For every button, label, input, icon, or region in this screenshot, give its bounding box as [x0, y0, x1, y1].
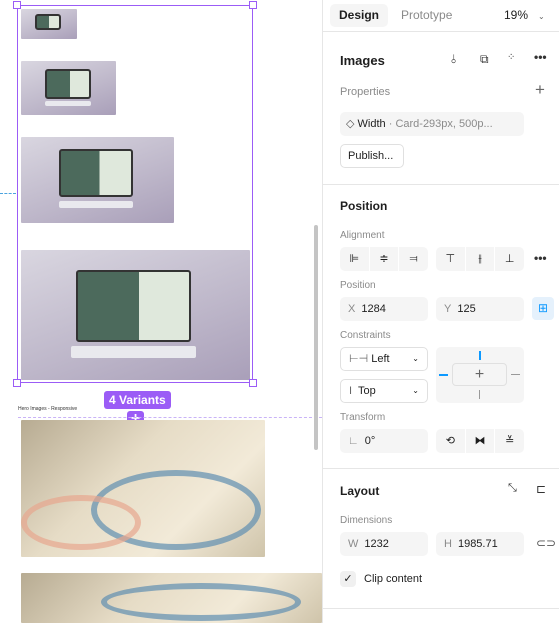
- zoom-dropdown[interactable]: 19% ⌄: [495, 4, 554, 27]
- v-constraint-value: Top: [357, 385, 376, 397]
- variants-badge[interactable]: 4 Variants: [104, 391, 171, 409]
- y-label: Y: [444, 303, 452, 315]
- diamond-icon: ◇: [346, 118, 355, 130]
- component-set-frame[interactable]: [13, 1, 257, 387]
- clip-content-checkbox[interactable]: ✓: [340, 571, 356, 587]
- constraint-widget[interactable]: +: [436, 347, 524, 403]
- tab-prototype[interactable]: Prototype: [392, 4, 461, 27]
- angle-icon: ∟: [348, 435, 359, 447]
- rotate-icon[interactable]: ⟲: [436, 429, 466, 453]
- height-input[interactable]: H 1985.71: [436, 532, 524, 556]
- vertical-align-group: ⊤ ⫲ ⊥: [436, 247, 524, 271]
- y-input[interactable]: Y 125: [436, 297, 524, 321]
- y-value: 125: [457, 303, 476, 315]
- w-value: 1232: [364, 538, 389, 550]
- design-panel: Design Prototype 19% ⌄ Images ⫰ ⧉ ⁘ ••• P…: [322, 0, 559, 623]
- chevron-down-icon: ⌄: [412, 354, 419, 363]
- x-input[interactable]: X 1284: [340, 297, 428, 321]
- auto-layout-icon[interactable]: ⊏: [536, 482, 546, 496]
- resize-handle[interactable]: [249, 379, 257, 387]
- h-value: 1985.71: [457, 538, 498, 550]
- resize-handle[interactable]: [13, 1, 21, 9]
- align-top-icon[interactable]: ⊤: [436, 247, 466, 271]
- zoom-value: 19%: [504, 8, 529, 22]
- horizontal-align-group: ⊫ ≑ ⫤: [340, 247, 428, 271]
- constraint-bottom[interactable]: [479, 390, 480, 399]
- horizontal-constraint-select[interactable]: ⊢⊣ Left ⌄: [340, 347, 428, 371]
- resize-handle[interactable]: [13, 379, 21, 387]
- h-label: H: [444, 538, 452, 550]
- tab-design[interactable]: Design: [330, 4, 389, 27]
- rotation-value: 0°: [364, 435, 376, 447]
- constraint-right[interactable]: [511, 374, 520, 375]
- frame-label[interactable]: Hero Images - Responsive: [18, 406, 77, 412]
- width-property[interactable]: ◇ Width · Card-293px, 500p...: [340, 112, 524, 136]
- resize-to-fit-icon[interactable]: ⤡: [508, 482, 517, 495]
- align-left-icon[interactable]: ⊫: [340, 247, 370, 271]
- align-bottom-icon[interactable]: ⊥: [495, 247, 524, 271]
- add-property-icon[interactable]: +: [535, 80, 545, 100]
- guide-line: [0, 193, 16, 194]
- constraint-top[interactable]: [479, 351, 481, 360]
- component-title: Images: [340, 53, 385, 68]
- property-value: · Card-293px, 500p...: [388, 118, 493, 130]
- layout-title: Layout: [340, 484, 380, 498]
- absolute-position-icon[interactable]: ⊞: [532, 297, 554, 320]
- component-set-icon[interactable]: ⁘: [507, 52, 515, 63]
- frame-boundary: [18, 417, 322, 418]
- canvas-scrollbar[interactable]: [314, 225, 318, 450]
- constrain-proportions-icon[interactable]: ⊂⊃: [536, 536, 556, 550]
- more-icon[interactable]: •••: [534, 50, 547, 64]
- flip-vertical-icon[interactable]: ≚: [495, 429, 524, 453]
- align-center-h-icon[interactable]: ≑: [370, 247, 400, 271]
- position-label: Position: [340, 280, 376, 291]
- canvas[interactable]: 4 Variants Hero Images - Responsive +: [0, 0, 322, 623]
- hero-image-1[interactable]: [21, 420, 265, 557]
- constraint-center[interactable]: +: [452, 363, 507, 386]
- vertical-constraint-select[interactable]: I Top ⌄: [340, 379, 428, 403]
- align-right-icon[interactable]: ⫤: [399, 247, 428, 271]
- align-center-v-icon[interactable]: ⫲: [466, 247, 496, 271]
- rotation-input[interactable]: ∟ 0°: [340, 429, 428, 453]
- x-value: 1284: [361, 303, 386, 315]
- alignment-label: Alignment: [340, 230, 385, 241]
- w-label: W: [348, 538, 359, 550]
- adjust-icon[interactable]: ⫰: [451, 52, 456, 67]
- constraints-label: Constraints: [340, 330, 391, 341]
- x-label: X: [348, 303, 356, 315]
- h-constraint-value: Left: [371, 353, 390, 365]
- more-align-icon[interactable]: •••: [534, 251, 547, 265]
- instance-icon[interactable]: ⧉: [480, 52, 489, 67]
- dimensions-label: Dimensions: [340, 515, 393, 526]
- position-title: Position: [340, 199, 388, 213]
- properties-label: Properties: [340, 86, 391, 98]
- chevron-down-icon: ⌄: [412, 386, 419, 395]
- width-input[interactable]: W 1232: [340, 532, 428, 556]
- flip-horizontal-icon[interactable]: ⧓: [466, 429, 496, 453]
- constraint-left[interactable]: [439, 374, 448, 376]
- hero-image-2[interactable]: [21, 573, 322, 623]
- transform-group: ⟲ ⧓ ≚: [436, 429, 524, 453]
- chevron-down-icon: ⌄: [538, 12, 545, 21]
- horizontal-constraint-icon: ⊢⊣: [349, 353, 369, 365]
- clip-content-label: Clip content: [364, 573, 423, 585]
- vertical-constraint-icon: I: [349, 385, 353, 397]
- transform-label: Transform: [340, 412, 386, 423]
- publish-button[interactable]: Publish...: [340, 144, 404, 168]
- resize-handle[interactable]: [249, 1, 257, 9]
- property-name: Width: [357, 118, 386, 130]
